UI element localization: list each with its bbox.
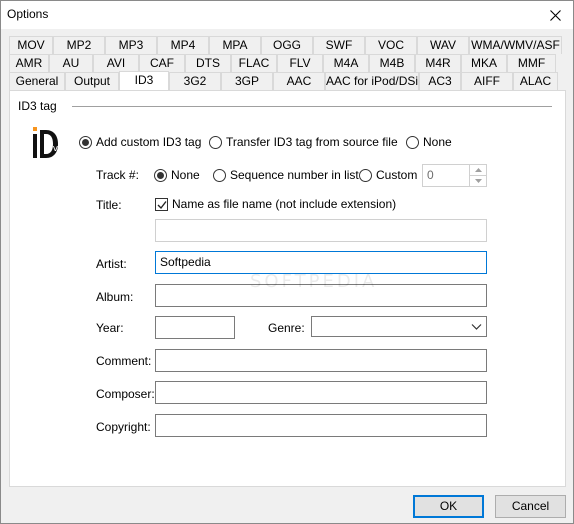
tab-ogg[interactable]: OGG: [261, 36, 313, 54]
radio-add-custom-dot: [79, 135, 92, 149]
radio-transfer-label: Transfer ID3 tag from source file: [226, 135, 398, 149]
radio-transfer-dot: [209, 135, 222, 149]
copyright-label: Copyright:: [96, 420, 151, 434]
tab-mpa[interactable]: MPA: [209, 36, 261, 54]
tab-mka[interactable]: MKA: [461, 54, 507, 72]
checkmark-icon: [157, 200, 167, 209]
radio-track-none[interactable]: None: [154, 168, 200, 182]
tab-mp4[interactable]: MP4: [157, 36, 209, 54]
tab-m4b[interactable]: M4B: [369, 54, 415, 72]
year-label: Year:: [96, 321, 124, 335]
tab-swf[interactable]: SWF: [313, 36, 365, 54]
id3-logo: 3v2: [33, 127, 64, 158]
radio-mode-none[interactable]: None: [406, 135, 452, 149]
chevron-down-icon: [474, 179, 482, 183]
checkbox-box: [155, 197, 168, 211]
tab-aac[interactable]: AAC: [273, 72, 325, 90]
ok-button[interactable]: OK: [413, 495, 484, 518]
id3-panel: ID3 tag 3v2 Add custom ID3 tag Transfer …: [9, 90, 566, 487]
checkbox-name-as-file[interactable]: Name as file name (not include extension…: [155, 197, 396, 211]
tab-id3[interactable]: ID3: [119, 71, 169, 91]
radio-track-sequence[interactable]: Sequence number in list: [213, 168, 359, 182]
composer-field[interactable]: [155, 381, 487, 404]
radio-track-custom-label: Custom: [376, 168, 418, 182]
tab-au[interactable]: AU: [49, 54, 93, 72]
stepper-buttons: [469, 165, 486, 186]
tab-aiff[interactable]: AIFF: [461, 72, 513, 90]
options-dialog: Options MOV MP2 MP3 MP4 MPA OGG SWF VOC …: [0, 0, 574, 524]
radio-add-custom[interactable]: Add custom ID3 tag: [79, 135, 201, 149]
tab-flv[interactable]: FLV: [277, 54, 323, 72]
radio-track-none-dot: [154, 168, 167, 182]
group-title: ID3 tag: [18, 99, 57, 113]
tab-row-2: AMR AU AVI CAF DTS FLAC FLV M4A M4B M4R …: [9, 54, 556, 72]
radio-track-sequence-dot: [213, 168, 226, 182]
tab-ac3[interactable]: AC3: [419, 72, 461, 90]
genre-label: Genre:: [268, 321, 305, 335]
track-label: Track #:: [96, 168, 139, 182]
close-button[interactable]: [537, 1, 573, 29]
radio-add-custom-label: Add custom ID3 tag: [96, 135, 202, 149]
tab-row-1: MOV MP2 MP3 MP4 MPA OGG SWF VOC WAV WMA/…: [9, 36, 562, 54]
title-bar: Options: [1, 1, 573, 29]
tab-3g2[interactable]: 3G2: [169, 72, 221, 90]
tab-caf[interactable]: CAF: [139, 54, 185, 72]
artist-field[interactable]: Softpedia: [155, 251, 487, 274]
stepper-down-button[interactable]: [470, 175, 486, 186]
checkbox-name-as-file-label: Name as file name (not include extension…: [172, 197, 397, 211]
chevron-down-icon: [471, 324, 482, 330]
stepper-up-button[interactable]: [470, 165, 486, 175]
cancel-button[interactable]: Cancel: [495, 495, 566, 518]
radio-track-custom-dot: [359, 168, 372, 182]
radio-track-none-label: None: [171, 168, 200, 182]
tab-general[interactable]: General: [9, 72, 65, 90]
radio-mode-none-dot: [406, 135, 419, 149]
tab-flac[interactable]: FLAC: [231, 54, 277, 72]
radio-track-sequence-label: Sequence number in list: [230, 168, 359, 182]
tab-mp3[interactable]: MP3: [105, 36, 157, 54]
radio-track-custom[interactable]: Custom: [359, 168, 417, 182]
tab-aac-ipod-dsi[interactable]: AAC for iPod/DSi: [325, 72, 419, 90]
tab-m4r[interactable]: M4R: [415, 54, 461, 72]
tab-amr[interactable]: AMR: [9, 54, 49, 72]
comment-label: Comment:: [96, 354, 152, 368]
composer-label: Composer:: [96, 387, 155, 401]
tab-mov[interactable]: MOV: [9, 36, 53, 54]
track-custom-value: 0: [427, 168, 434, 182]
copyright-field[interactable]: [155, 414, 487, 437]
chevron-up-icon: [474, 168, 482, 172]
tab-wma-wmv-asf[interactable]: WMA/WMV/ASF: [469, 36, 562, 54]
year-field[interactable]: [155, 316, 235, 339]
tab-dts[interactable]: DTS: [185, 54, 231, 72]
album-label: Album:: [96, 290, 134, 304]
tab-row-3: General Output ID3 3G2 3GP AAC AAC for i…: [9, 71, 558, 92]
tab-output[interactable]: Output: [65, 72, 119, 90]
artist-label: Artist:: [96, 257, 127, 271]
radio-mode-none-label: None: [423, 135, 452, 149]
title-field[interactable]: [155, 219, 487, 242]
genre-select[interactable]: [311, 316, 487, 337]
tab-mmf[interactable]: MMF: [507, 54, 556, 72]
tab-m4a[interactable]: M4A: [323, 54, 369, 72]
window-title: Options: [7, 7, 49, 21]
comment-field[interactable]: [155, 349, 487, 372]
logo-text: 3v2: [47, 144, 64, 154]
album-field[interactable]: [155, 284, 487, 307]
radio-transfer[interactable]: Transfer ID3 tag from source file: [209, 135, 398, 149]
track-custom-stepper[interactable]: 0: [422, 164, 487, 187]
tab-avi[interactable]: AVI: [93, 54, 139, 72]
tab-alac[interactable]: ALAC: [513, 72, 558, 90]
title-label: Title:: [96, 198, 122, 212]
group-divider: [72, 106, 552, 107]
tab-voc[interactable]: VOC: [365, 36, 417, 54]
close-icon: [549, 9, 561, 21]
tab-mp2[interactable]: MP2: [53, 36, 105, 54]
tab-wav[interactable]: WAV: [417, 36, 469, 54]
tab-3gp[interactable]: 3GP: [221, 72, 273, 90]
